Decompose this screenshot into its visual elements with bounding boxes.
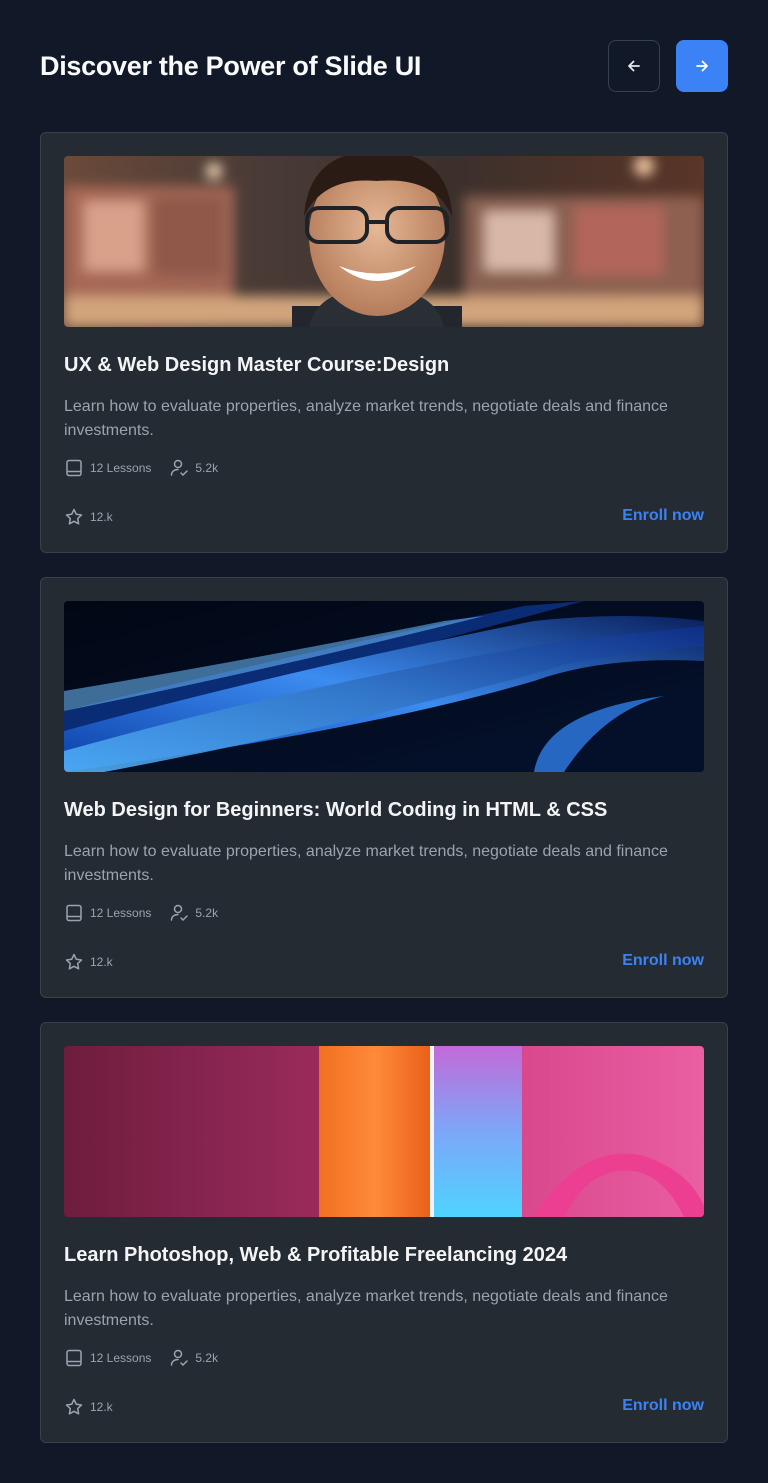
course-image-portrait [64, 156, 704, 327]
user-check-icon [169, 458, 189, 478]
course-card[interactable]: Web Design for Beginners: World Coding i… [40, 577, 728, 998]
star-icon [64, 507, 84, 527]
star-icon [64, 952, 84, 972]
slider-nav [608, 40, 728, 92]
book-icon [64, 903, 84, 923]
course-title: Learn Photoshop, Web & Profitable Freela… [64, 1244, 568, 1266]
prev-button[interactable] [608, 40, 660, 92]
course-title: UX & Web Design Master Course:Design [64, 354, 450, 376]
course-rating: 12.k [64, 1397, 113, 1417]
students-count: 5.2k [169, 1348, 218, 1368]
user-check-icon [169, 903, 189, 923]
course-meta: 12 Lessons 5.2k [64, 903, 218, 923]
arrow-right-icon [692, 56, 712, 76]
lessons-count: 12 Lessons [64, 1348, 151, 1368]
header: Discover the Power of Slide UI [40, 40, 728, 92]
lessons-count: 12 Lessons [64, 458, 151, 478]
book-icon [64, 458, 84, 478]
user-check-icon [169, 1348, 189, 1368]
course-description: Learn how to evaluate properties, analyz… [64, 843, 668, 884]
course-meta: 12 Lessons 5.2k [64, 458, 218, 478]
course-description: Learn how to evaluate properties, analyz… [64, 398, 668, 439]
course-card[interactable]: Learn Photoshop, Web & Profitable Freela… [40, 1022, 728, 1443]
course-meta: 12 Lessons 5.2k [64, 1348, 218, 1368]
next-button[interactable] [676, 40, 728, 92]
lessons-count: 12 Lessons [64, 903, 151, 923]
course-rating: 12.k [64, 952, 113, 972]
course-description: Learn how to evaluate properties, analyz… [64, 1288, 668, 1329]
course-title: Web Design for Beginners: World Coding i… [64, 799, 608, 821]
enroll-button[interactable]: Enroll now [622, 507, 704, 525]
star-icon [64, 1397, 84, 1417]
page-title: Discover the Power of Slide UI [40, 50, 422, 81]
arrow-left-icon [624, 56, 644, 76]
book-icon [64, 1348, 84, 1368]
enroll-button[interactable]: Enroll now [622, 1397, 704, 1415]
students-count: 5.2k [169, 903, 218, 923]
course-image-color-gradient [64, 1046, 704, 1217]
course-image-abstract-waves [64, 601, 704, 772]
course-card[interactable]: UX & Web Design Master Course:Design Lea… [40, 132, 728, 553]
course-rating: 12.k [64, 507, 113, 527]
enroll-button[interactable]: Enroll now [622, 952, 704, 970]
students-count: 5.2k [169, 458, 218, 478]
